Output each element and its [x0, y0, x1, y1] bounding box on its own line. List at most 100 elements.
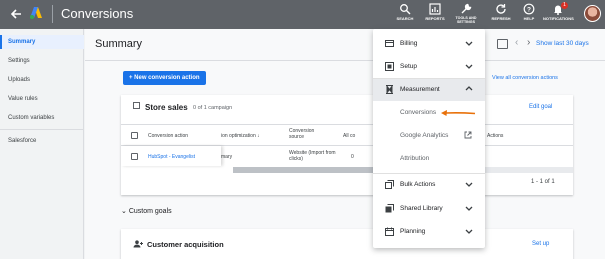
menu-conversions[interactable]: Conversions — [400, 109, 436, 116]
custom-goals-toggle[interactable]: ⌄ Custom goals — [121, 207, 172, 215]
chevron-down-icon — [465, 64, 473, 69]
sidebar-item-value-rules[interactable]: Value rules — [0, 92, 84, 106]
reports-tool-label: REPORTS — [425, 16, 445, 21]
refresh-icon — [496, 4, 506, 14]
google-ads-logo-icon — [30, 7, 42, 19]
chevron-left-icon[interactable]: ‹ — [515, 37, 518, 48]
store-sales-card: Store sales 0 of 1 campaign Edit goal Co… — [121, 95, 573, 195]
row-checkbox[interactable] — [131, 153, 138, 160]
campaign-count: 0 of 1 campaign — [193, 105, 233, 111]
chevron-down-icon — [465, 41, 473, 46]
store-sales-title: Store sales — [145, 103, 188, 112]
reports-icon — [429, 3, 441, 15]
tools-settings-menu: Billing Setup Measurement Conversions Go… — [373, 29, 485, 248]
notifications-tool-label: NOTIFICATIONS — [543, 16, 574, 21]
all-conversions-cell: 0 — [351, 154, 354, 160]
chevron-up-icon — [465, 86, 473, 91]
optimization-header-label: ion optimization — [221, 133, 256, 139]
tools-settings-label: TOOLS AND SETTINGS — [455, 16, 477, 24]
new-conversion-action-button[interactable]: + New conversion action — [123, 71, 206, 85]
store-icon — [133, 102, 140, 109]
menu-bulk-actions-label: Bulk Actions — [400, 181, 436, 188]
notification-count-badge: 1 — [561, 2, 568, 9]
menu-google-analytics[interactable]: Google Analytics — [400, 132, 448, 139]
refresh-tool-label: REFRESH — [491, 16, 511, 21]
help-tool-button[interactable]: ? HELP — [514, 3, 544, 27]
wrench-icon — [461, 3, 472, 14]
menu-attribution[interactable]: Attribution — [400, 155, 429, 162]
table-header: Conversion action ion optimization ↓ Con… — [121, 124, 573, 146]
search-tool-label: SEARCH — [396, 16, 414, 21]
customer-acquisition-card: Customer acquisition Set up — [121, 229, 573, 259]
menu-setup[interactable]: Setup — [373, 56, 485, 78]
conversion-source-cell: Website (Import from clicks) — [289, 150, 336, 162]
sidebar-divider — [0, 129, 84, 130]
custom-goals-label: Custom goals — [128, 208, 172, 215]
hourglass-icon — [386, 85, 393, 94]
page-title: Summary — [95, 38, 143, 50]
person-add-icon — [133, 240, 143, 248]
header-divider — [85, 60, 605, 61]
select-all-checkbox[interactable] — [131, 132, 138, 139]
menu-shared-library-label: Shared Library — [400, 205, 443, 212]
chevron-right-icon[interactable]: › — [527, 37, 530, 48]
set-up-link[interactable]: Set up — [532, 241, 549, 247]
menu-measurement-label: Measurement — [400, 86, 440, 93]
menu-billing[interactable]: Billing — [373, 33, 485, 55]
menu-planning-label: Planning — [400, 228, 426, 235]
search-icon — [400, 4, 411, 15]
reports-tool-button[interactable]: REPORTS — [420, 3, 450, 27]
optimization-cell: mary — [221, 154, 233, 160]
left-sidebar: Summary Settings Uploads Value rules Cus… — [0, 29, 84, 259]
menu-shared-library[interactable]: Shared Library — [373, 198, 485, 220]
title-divider — [52, 5, 53, 23]
notifications-tool-button[interactable]: 1 NOTIFICATIONS — [543, 2, 574, 27]
conversion-action-link[interactable]: HubSpot - Evangelist — [148, 154, 195, 160]
column-header-actions: Actions — [487, 133, 504, 139]
horizontal-scrollbar-thumb[interactable] — [233, 167, 393, 173]
pagination-label: 1 - 1 of 1 — [531, 179, 555, 185]
setup-icon — [385, 62, 394, 71]
edit-goal-link[interactable]: Edit goal — [529, 104, 552, 110]
column-header-conversion-action[interactable]: Conversion action — [148, 133, 188, 139]
sidebar-item-summary[interactable]: Summary — [0, 35, 84, 49]
help-icon: ? — [523, 3, 535, 15]
top-app-bar: Conversions SEARCH REPORTS TOOLS AND SET… — [0, 0, 605, 29]
column-header-optimization[interactable]: ion optimization ↓ — [221, 133, 260, 139]
sidebar-item-uploads[interactable]: Uploads — [0, 73, 84, 87]
menu-bulk-actions[interactable]: Bulk Actions — [373, 174, 485, 196]
view-all-conversion-actions-link[interactable]: View all conversion actions — [492, 75, 558, 81]
sort-arrow-icon: ↓ — [257, 133, 260, 139]
column-header-all-conversions[interactable]: All co — [343, 133, 355, 139]
chevron-down-icon — [465, 206, 473, 211]
credit-card-icon — [385, 40, 394, 47]
sidebar-item-salesforce[interactable]: Salesforce — [0, 134, 84, 148]
menu-billing-label: Billing — [400, 40, 418, 47]
sidebar-item-settings[interactable]: Settings — [0, 54, 84, 68]
menu-planning[interactable]: Planning — [373, 221, 485, 243]
search-tool-button[interactable]: SEARCH — [390, 3, 420, 27]
library-icon — [385, 204, 394, 213]
calendar-icon[interactable] — [497, 39, 508, 49]
help-tool-label: HELP — [523, 16, 535, 21]
open-in-new-icon — [464, 131, 472, 139]
calendar-icon — [385, 227, 394, 236]
page-title-topbar: Conversions — [61, 6, 134, 21]
chevron-down-icon — [465, 229, 473, 234]
svg-text:?: ? — [527, 6, 531, 13]
main-content: Summary ‹ › Show last 30 days + New conv… — [85, 29, 605, 259]
account-avatar[interactable] — [584, 5, 601, 22]
tools-settings-button[interactable]: TOOLS AND SETTINGS — [451, 3, 481, 27]
bulk-actions-icon — [385, 180, 394, 189]
back-arrow-icon[interactable] — [8, 6, 24, 22]
menu-measurement[interactable]: Measurement — [373, 79, 485, 101]
column-header-conversion-source[interactable]: Conversion source — [289, 128, 327, 140]
annotation-arrow-icon — [441, 110, 476, 116]
date-range-selector[interactable]: Show last 30 days — [536, 40, 589, 47]
sidebar-item-custom-variables[interactable]: Custom variables — [0, 111, 84, 125]
chevron-down-icon — [465, 182, 473, 187]
chevron-down-icon: ⌄ — [121, 208, 127, 215]
customer-acquisition-title: Customer acquisition — [147, 240, 224, 249]
menu-setup-label: Setup — [400, 63, 417, 70]
refresh-tool-button[interactable]: REFRESH — [486, 3, 516, 27]
